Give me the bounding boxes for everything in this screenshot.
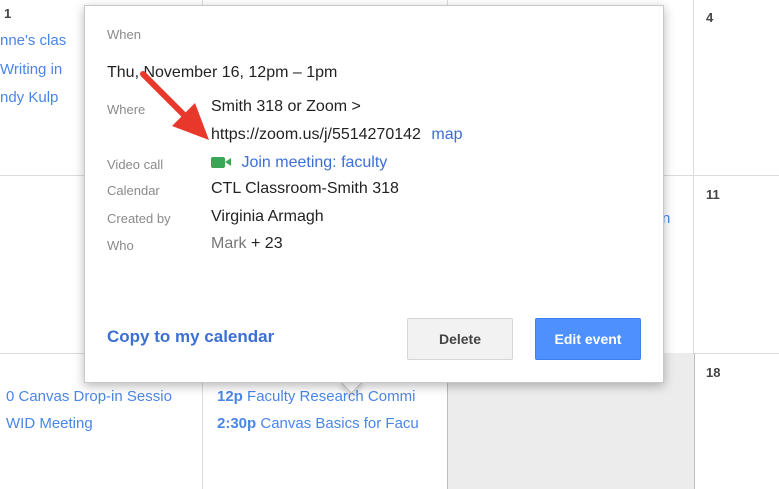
created-by-value: Virginia Armagh bbox=[211, 208, 324, 225]
calendar-event[interactable]: 0 Canvas Drop-in Sessio bbox=[6, 388, 198, 405]
calendar-event[interactable]: n bbox=[662, 210, 682, 227]
zoom-url: https://zoom.us/j/5514270142 bbox=[211, 126, 421, 143]
delete-button[interactable]: Delete bbox=[407, 318, 513, 360]
who-value: Mark + 23 bbox=[211, 235, 283, 253]
event-time: 12p bbox=[217, 388, 243, 405]
who-label: Who bbox=[107, 238, 134, 253]
copy-to-calendar-link[interactable]: Copy to my calendar bbox=[107, 327, 274, 347]
calendar-event[interactable]: nne's clas bbox=[0, 32, 84, 49]
day-number[interactable]: 18 bbox=[706, 365, 720, 380]
join-meeting-link[interactable]: Join meeting: faculty bbox=[241, 154, 387, 171]
created-by-label: Created by bbox=[107, 211, 171, 226]
event-time: 2:30p bbox=[217, 415, 257, 432]
calendar-event[interactable]: Writing in bbox=[0, 61, 84, 78]
where-value: Smith 318 or Zoom > bbox=[211, 98, 361, 115]
video-camera-icon bbox=[211, 157, 231, 169]
calendar-event[interactable]: ndy Kulp bbox=[0, 89, 84, 106]
video-call-value: Join meeting: faculty bbox=[211, 154, 387, 172]
day-number[interactable]: 4 bbox=[706, 10, 713, 25]
day-number[interactable]: 11 bbox=[706, 187, 720, 202]
event-title: Faculty Research Commi bbox=[247, 388, 416, 405]
day-number[interactable]: 1 bbox=[4, 6, 11, 21]
calendar-event[interactable]: 2:30p Canvas Basics for Facu bbox=[217, 415, 445, 432]
event-title: Canvas Basics for Facu bbox=[260, 415, 419, 432]
calendar-label: Calendar bbox=[107, 183, 160, 198]
when-value: Thu, November 16, 12pm – 1pm bbox=[107, 64, 338, 81]
calendar-event[interactable]: WID Meeting bbox=[6, 415, 198, 432]
map-link[interactable]: map bbox=[431, 126, 462, 143]
when-label: When bbox=[107, 27, 141, 42]
who-count[interactable]: + 23 bbox=[251, 235, 283, 252]
edit-event-button[interactable]: Edit event bbox=[535, 318, 641, 360]
where-url: https://zoom.us/j/5514270142 map bbox=[211, 126, 463, 144]
who-name[interactable]: Mark bbox=[211, 235, 247, 252]
event-details-popup: When Thu, November 16, 12pm – 1pm Where … bbox=[84, 5, 664, 383]
calendar-event[interactable]: 12p Faculty Research Commi bbox=[217, 388, 445, 405]
where-label: Where bbox=[107, 102, 146, 117]
calendar-value: CTL Classroom-Smith 318 bbox=[211, 180, 399, 197]
video-call-label: Video call bbox=[107, 157, 164, 172]
